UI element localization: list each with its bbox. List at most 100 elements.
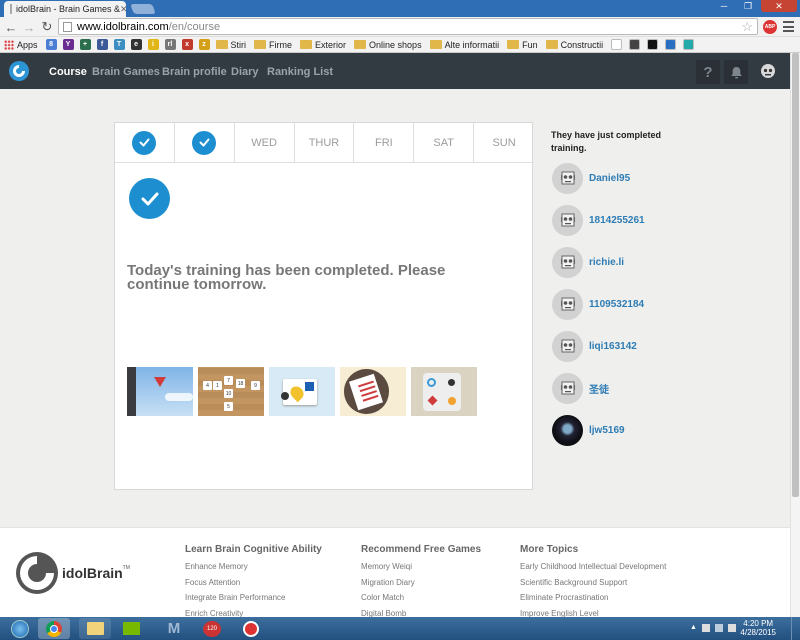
user-avatar-icon[interactable]: [552, 204, 583, 236]
recent-user-item[interactable]: Daniel95: [552, 162, 630, 194]
tray-arrow-icon[interactable]: ▲: [690, 624, 697, 632]
recent-user-item[interactable]: ljw5169: [552, 414, 625, 446]
recent-user-item[interactable]: richie.li: [552, 246, 624, 278]
username-link[interactable]: Daniel95: [589, 173, 630, 184]
footer-link[interactable]: Memory Weiqi: [361, 559, 481, 575]
bookmark-item[interactable]: x: [181, 39, 193, 50]
idolbrain-logo-icon[interactable]: [9, 61, 29, 81]
footer-link[interactable]: Focus Attention: [185, 575, 322, 591]
menu-icon[interactable]: [783, 21, 794, 32]
minimize-button[interactable]: ─: [713, 0, 735, 12]
clock-time: 4:20 PM: [743, 619, 774, 628]
help-button[interactable]: ?: [696, 60, 720, 84]
username-link[interactable]: 1814255261: [589, 215, 645, 226]
bookmark-item[interactable]: Fun: [507, 40, 538, 50]
user-avatar-icon[interactable]: [552, 246, 583, 278]
footer-link[interactable]: Early Childhood Intellectual Development: [520, 559, 666, 575]
day-done-check-icon: [132, 130, 157, 155]
number-tile: 1: [213, 381, 222, 390]
game-shapes-icon[interactable]: [269, 367, 335, 416]
dex-icon[interactable]: [629, 39, 641, 50]
nav-course[interactable]: Course: [49, 66, 87, 78]
footer-link[interactable]: Enhance Memory: [185, 559, 322, 575]
browser-tab[interactable]: idolBrain - Brain Games & ✕: [4, 1, 126, 17]
bookmark-item[interactable]: rl: [164, 39, 176, 50]
ri-icon[interactable]: [647, 39, 659, 50]
reload-button[interactable]: ↻: [39, 19, 55, 35]
notifications-button[interactable]: [724, 60, 748, 84]
address-bar[interactable]: www.idolbrain.com/en/course ☆: [58, 18, 758, 35]
game-number-grid-icon[interactable]: 4 1 7 18 9 10 5: [198, 367, 264, 416]
bookmark-star-icon[interactable]: ☆: [741, 19, 753, 35]
back-button[interactable]: ←: [3, 19, 19, 35]
file-explorer-icon[interactable]: [79, 618, 111, 639]
network-icon[interactable]: [714, 624, 723, 632]
nav-brain-games[interactable]: Brain Games: [92, 66, 160, 78]
recent-user-item[interactable]: liqi163142: [552, 330, 637, 362]
nav-brain-profile[interactable]: Brain profile: [162, 66, 227, 78]
footer-link[interactable]: Integrate Brain Performance: [185, 590, 322, 606]
maximize-button[interactable]: ❐: [737, 0, 759, 12]
nav-diary[interactable]: Diary: [231, 66, 259, 78]
bookmark-item[interactable]: +: [79, 39, 91, 50]
bookmark-item[interactable]: Y: [62, 39, 74, 50]
new-tab-button[interactable]: [130, 4, 156, 14]
flag-icon[interactable]: [701, 624, 710, 632]
bookmark-item[interactable]: Firme: [254, 40, 292, 50]
user-avatar-icon[interactable]: [552, 162, 583, 194]
bookmark-item[interactable]: T: [113, 39, 125, 50]
username-link[interactable]: ljw5169: [589, 425, 625, 436]
bookmark-item[interactable]: z: [198, 39, 210, 50]
volume-icon[interactable]: [727, 624, 736, 632]
system-clock[interactable]: 4:20 PM 4/28/2015: [740, 619, 776, 637]
windows-start-icon[interactable]: [4, 618, 36, 639]
user-avatar-icon[interactable]: [552, 372, 583, 404]
recent-user-item[interactable]: 1109532184: [552, 288, 644, 320]
footer-link[interactable]: Color Match: [361, 590, 481, 606]
bookmark-item[interactable]: e: [130, 39, 142, 50]
show-desktop-button[interactable]: [791, 617, 800, 640]
username-link[interactable]: richie.li: [589, 257, 624, 268]
username-link[interactable]: liqi163142: [589, 341, 637, 352]
game-puzzle-icon[interactable]: [411, 367, 477, 416]
footer-logo[interactable]: idolBrain TM: [14, 550, 130, 596]
settings-icon[interactable]: [683, 39, 695, 50]
bookmark-item[interactable]: Constructii: [545, 40, 603, 50]
footer-link[interactable]: Scientific Background Support: [520, 575, 666, 591]
bookmark-item[interactable]: Online shops: [354, 40, 422, 50]
bookmark-item[interactable]: Apps: [4, 39, 38, 50]
ie-icon[interactable]: [665, 39, 677, 50]
forward-button[interactable]: →: [21, 19, 37, 35]
user-avatar-icon[interactable]: [552, 288, 583, 320]
page-icon[interactable]: [611, 39, 623, 50]
bookmark-item[interactable]: f: [96, 39, 108, 50]
nvidia-icon[interactable]: [115, 618, 147, 639]
chrome-icon[interactable]: [38, 618, 70, 639]
bookmark-item[interactable]: 8: [45, 39, 57, 50]
username-link[interactable]: 圣徒: [589, 381, 609, 396]
user-avatar-icon[interactable]: [552, 414, 583, 446]
media-icon[interactable]: [235, 618, 267, 639]
game-paper-icon[interactable]: [340, 367, 406, 416]
bookmark-item[interactable]: Alte informatii: [429, 40, 499, 50]
speedtest-icon[interactable]: 120: [196, 618, 228, 639]
site-footer: idolBrain TM Learn Brain Cognitive Abili…: [0, 527, 790, 618]
nav-ranking-list[interactable]: Ranking List: [267, 66, 333, 78]
page-scrollbar-thumb[interactable]: [792, 53, 799, 497]
bookmark-item[interactable]: Stiri: [215, 40, 246, 50]
footer-link[interactable]: Migration Diary: [361, 575, 481, 591]
bookmark-item[interactable]: Exterior: [300, 40, 346, 50]
game-flight-icon[interactable]: [127, 367, 193, 416]
username-link[interactable]: 1109532184: [589, 299, 644, 310]
recent-user-item[interactable]: 圣徒: [552, 372, 609, 404]
user-avatar-icon[interactable]: [552, 330, 583, 362]
user-avatar[interactable]: [758, 61, 778, 81]
footer-column-learn: Learn Brain Cognitive Ability Enhance Me…: [185, 544, 322, 621]
recent-user-item[interactable]: 1814255261: [552, 204, 645, 236]
bookmark-item[interactable]: i: [147, 39, 159, 50]
adblock-icon[interactable]: ABP: [763, 20, 777, 34]
tab-close-icon[interactable]: ✕: [120, 4, 126, 15]
footer-link[interactable]: Eliminate Procrastination: [520, 590, 666, 606]
m-app-icon[interactable]: M: [158, 618, 190, 639]
close-window-button[interactable]: ✕: [761, 0, 797, 12]
